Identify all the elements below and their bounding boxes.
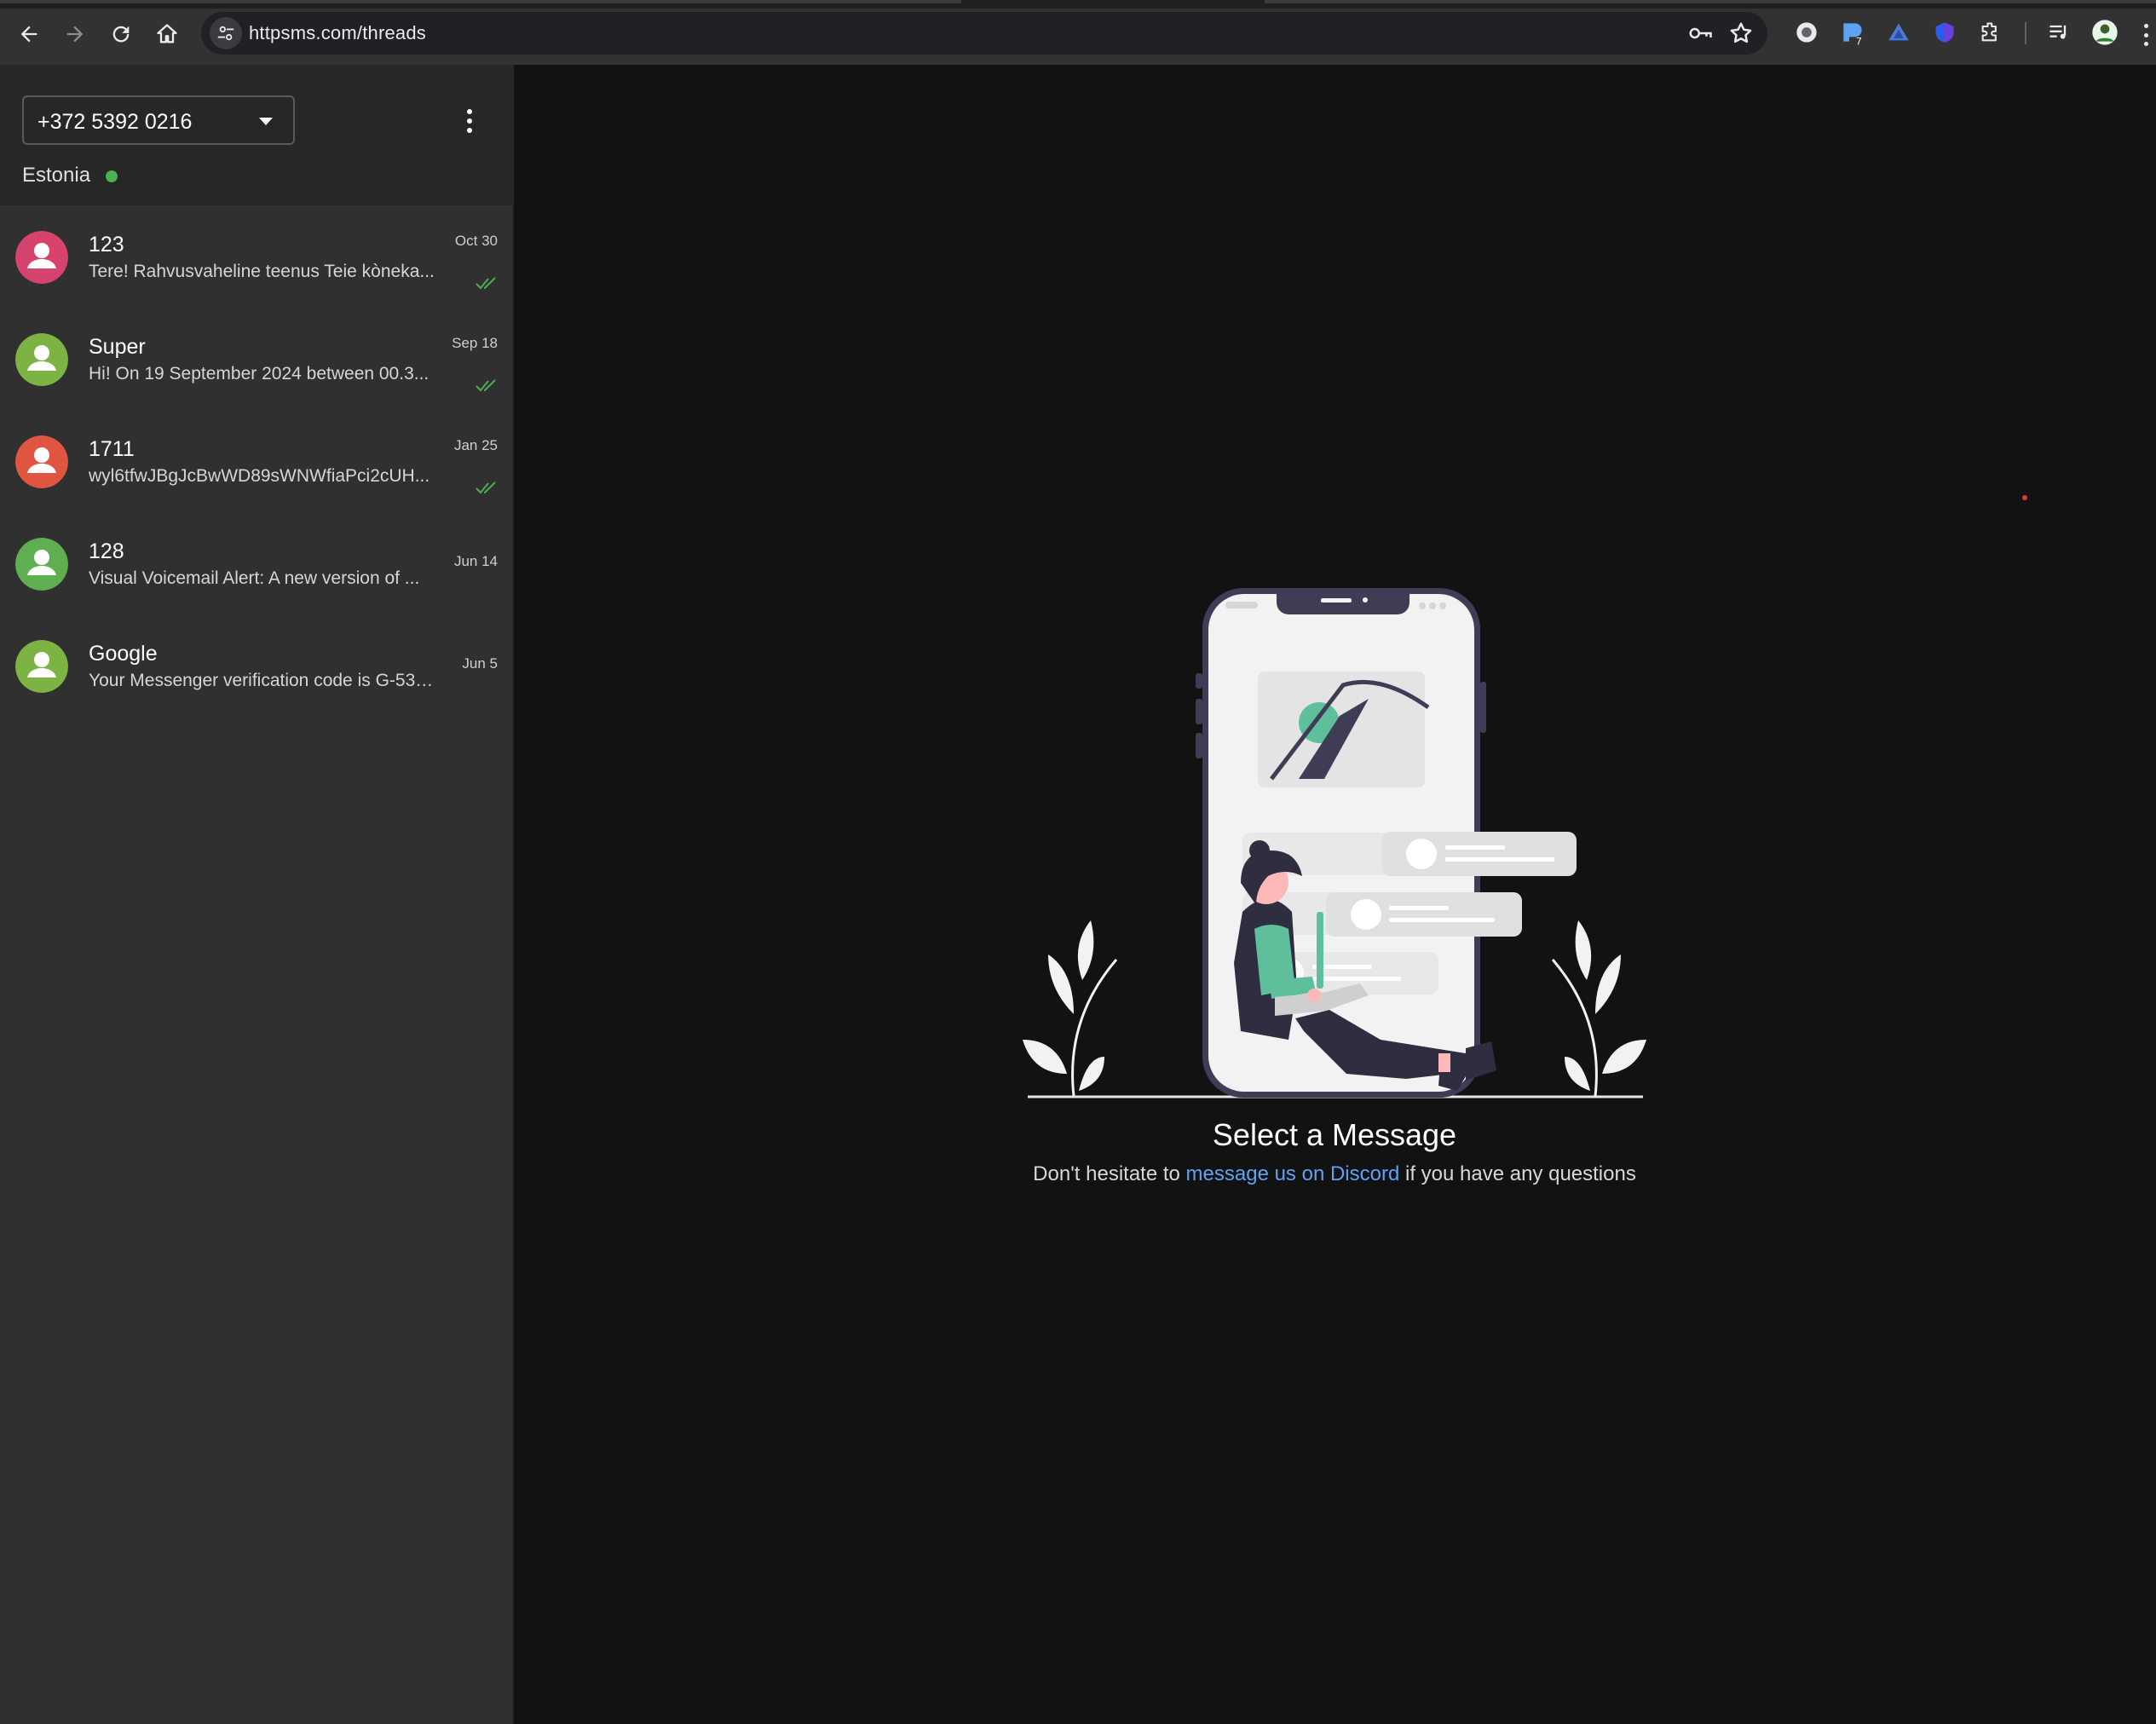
more-options-icon[interactable] [455,102,484,140]
thread-item[interactable]: Google Your Messenger verification code i… [0,614,512,717]
browser-menu-icon[interactable] [2144,24,2149,46]
cursor-dot [2022,495,2027,500]
media-queue-icon[interactable] [2045,19,2072,46]
thread-name: 128 [89,539,124,563]
address-bar[interactable]: httpsms.com/threads [201,12,1767,55]
thread-date: Jun 5 [462,655,498,672]
phone-number-select[interactable]: +372 5392 0216 [22,95,295,145]
toolbar-divider [2025,22,2026,44]
thread-date: Oct 30 [454,233,498,249]
extension-shield-icon[interactable] [1931,19,1958,46]
chevron-down-icon [259,118,273,125]
thread-preview: Visual Voicemail Alert: A new version of… [89,568,420,588]
thread-date: Jan 25 [453,437,498,453]
tab-indicator [1265,0,2156,3]
thread-item[interactable]: Super Hi! On 19 September 2024 between 00… [0,308,512,410]
extension-badge-count: 7 [1856,36,1862,46]
double-check-icon [476,481,496,494]
thread-date: Jun 14 [453,553,498,569]
empty-state-illustration [1023,588,1646,1098]
thread-item[interactable]: 128 Visual Voicemail Alert: A new version… [0,512,512,614]
home-icon [157,24,177,43]
puzzle-icon[interactable] [1977,19,2004,46]
double-check-icon [476,379,496,392]
country-label: Estonia [22,164,91,187]
key-icon[interactable] [1687,20,1713,46]
reload-icon [112,26,130,43]
back-button[interactable] [12,17,46,51]
browser-toolbar: httpsms.com/threads 7 [0,0,2156,65]
star-icon[interactable] [1728,20,1754,46]
site-settings-icon[interactable] [210,17,242,49]
tab-indicator [0,0,961,3]
forward-button[interactable] [58,17,92,51]
arrow-left-icon [20,26,37,43]
extension-badge-icon[interactable]: 7 [1839,19,1866,46]
online-status-dot [106,170,118,182]
thread-name: 1711 [89,437,135,461]
thread-name: 123 [89,233,124,257]
empty-sub-before: Don't hesitate to [1033,1162,1180,1185]
empty-sub-after: if you have any questions [1404,1162,1636,1185]
phone-number-value: +372 5392 0216 [37,110,193,134]
empty-state-title: Select a Message [1212,1117,1457,1152]
thread-name: Super [89,335,146,359]
thread-name: Google [89,642,158,666]
url-text[interactable]: httpsms.com/threads [249,22,426,44]
avatar-person-icon [15,640,68,693]
extension-record-icon[interactable] [1793,19,1820,46]
arrow-right-icon [66,26,84,43]
thread-date: Sep 18 [452,335,498,351]
avatar-person-icon [15,333,68,386]
thread-preview: Tere! Rahvusvaheline teenus Teie kòneka.… [89,262,435,281]
double-check-icon [476,277,496,290]
sidebar-header: +372 5392 0216 Estonia [0,65,512,205]
avatar-person-icon [15,538,68,591]
thread-preview: wyl6tfwJBgJcBwWD89sWNWfiaPci2cUH... [89,466,430,486]
avatar-person-icon [15,231,68,284]
thread-preview: Your Messenger verification code is G-53… [89,671,438,690]
thread-item[interactable]: 1711 wyl6tfwJBgJcBwWD89sWNWfiaPci2cUH... J… [0,410,512,512]
discord-link[interactable]: message us on Discord [1186,1162,1400,1185]
thread-item[interactable]: 123 Tere! Rahvusvaheline teenus Teie kòne… [0,205,512,308]
profile-avatar-icon[interactable] [2091,19,2119,46]
thread-preview: Hi! On 19 September 2024 between 00.3... [89,364,429,383]
reload-button[interactable] [104,17,138,51]
empty-state-subtitle: Don't hesitate to message us on Discord … [937,1162,1732,1186]
home-button[interactable] [150,17,184,51]
tab-strip [0,0,2156,9]
threads-sidebar: +372 5392 0216 Estonia 123 Tere! Rahvusva… [0,65,514,1724]
extension-triangle-icon[interactable] [1885,19,1912,46]
avatar-person-icon [15,435,68,488]
